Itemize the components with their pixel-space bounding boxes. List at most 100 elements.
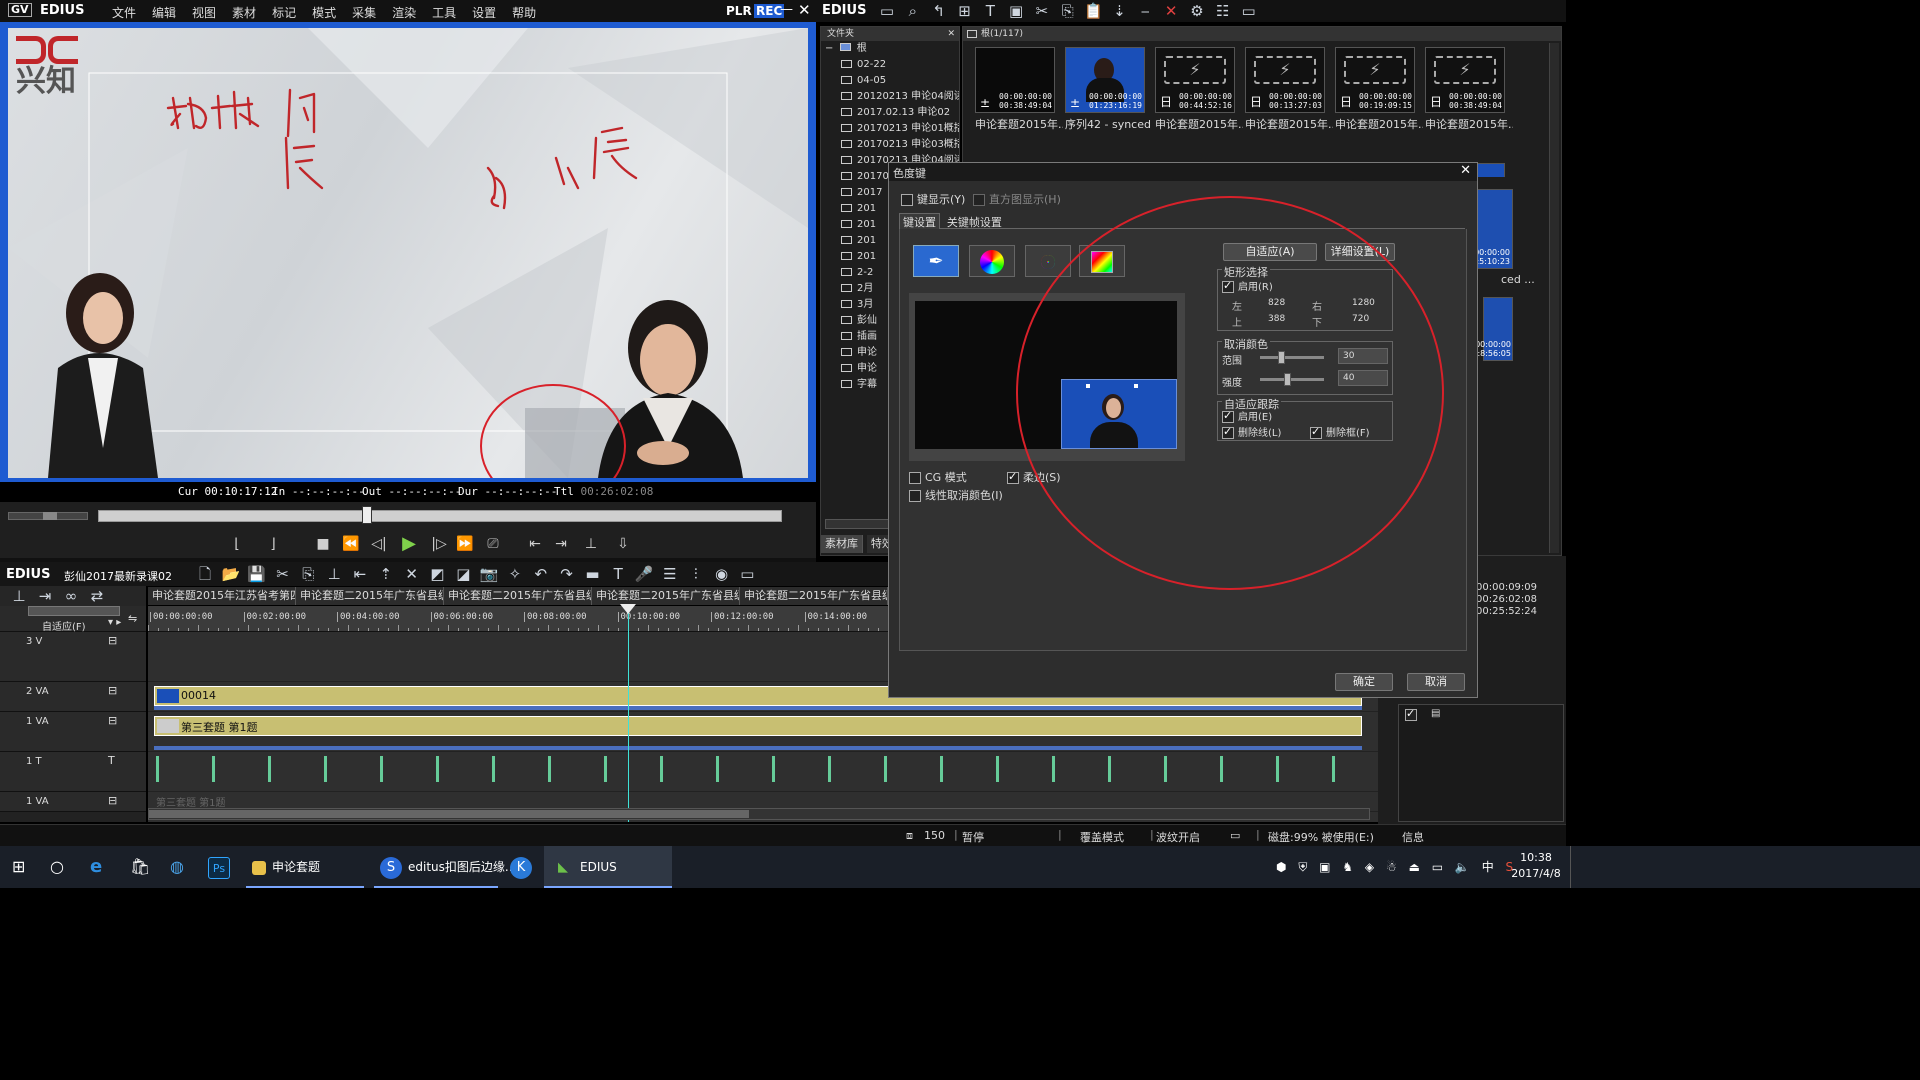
set-in-icon[interactable]: ⌊ <box>226 533 248 555</box>
status-overwrite[interactable]: 覆盖模式 <box>1080 829 1124 845</box>
window-icon[interactable]: ▭ <box>1238 1 1260 21</box>
properties-icon[interactable]: ⚙ <box>1186 1 1208 21</box>
folder-panel-close-icon[interactable]: ✕ <box>947 27 955 41</box>
strength-slider[interactable] <box>1260 373 1324 386</box>
sequence-tab[interactable]: 申论套题二2015年广东省县级... <box>592 587 740 605</box>
clip-thumbnail[interactable]: ⚡ 日 00:00:00:00 00:13:27:03 申论套题2015年... <box>1245 47 1333 132</box>
tray-icon-3[interactable]: ♞ <box>1342 860 1353 874</box>
play-icon[interactable]: ▶ <box>398 533 420 555</box>
render-icon[interactable]: ▬ <box>581 564 603 584</box>
adapt-label[interactable]: 自适应(F) <box>42 618 86 633</box>
title-clip-marker[interactable] <box>1108 756 1111 782</box>
title-icon[interactable]: T <box>607 564 629 584</box>
tree-folder-item[interactable]: 20170213 申论01概括 <box>821 121 959 137</box>
playhead-marker[interactable] <box>362 506 372 524</box>
copy-icon[interactable]: ⎘ <box>297 564 319 584</box>
folder-icon[interactable]: ▭ <box>876 1 898 21</box>
strength-slider-thumb[interactable] <box>1284 373 1291 386</box>
browser-icon[interactable]: ◍ <box>170 846 184 888</box>
info-checkbox[interactable] <box>1405 707 1417 721</box>
cortana-icon[interactable]: ○ <box>50 846 64 888</box>
rect-enable-checkbox[interactable] <box>1222 279 1234 293</box>
title-clip-marker[interactable] <box>1332 756 1335 782</box>
title-clip-marker[interactable] <box>1164 756 1167 782</box>
menu-item-9[interactable]: 设置 <box>472 4 496 21</box>
sync-icon[interactable]: ⇋ <box>128 612 137 625</box>
cg-mode-checkbox[interactable] <box>909 471 921 484</box>
track-enable-checkbox[interactable] <box>1222 409 1234 423</box>
add-clip-icon[interactable]: ▣ <box>1005 1 1027 21</box>
color-wheel-button[interactable] <box>969 245 1015 277</box>
menu-item-2[interactable]: 视图 <box>192 4 216 21</box>
title-clip-marker[interactable] <box>436 756 439 782</box>
color-icon[interactable]: ◉ <box>711 564 733 584</box>
remove-line-checkbox[interactable] <box>1222 425 1234 439</box>
title-clip-marker[interactable] <box>940 756 943 782</box>
add-to-timeline-icon[interactable]: ⇣ <box>1108 1 1130 21</box>
k-app-icon[interactable]: K <box>510 846 538 888</box>
search-icon[interactable]: ⌕ <box>902 1 924 21</box>
ruler-scroll-arrows[interactable]: ▾ ▸ <box>108 617 121 628</box>
store-icon[interactable]: 🛍 <box>130 846 150 888</box>
rect-top-value[interactable]: 388 <box>1268 314 1285 324</box>
rect-right-value[interactable]: 1280 <box>1352 298 1375 308</box>
taskbar-item-browser[interactable]: Seditus扣图后边缘... <box>374 846 516 888</box>
sequence-tab[interactable]: 申论套题2015年江苏省考第四... <box>148 587 296 605</box>
tab-bin[interactable]: 素材库 <box>821 535 863 553</box>
title-clip-marker[interactable] <box>1220 756 1223 782</box>
zoom-slider[interactable] <box>28 606 120 616</box>
minimize-icon[interactable]: — <box>780 2 793 17</box>
title-clip-marker[interactable] <box>212 756 215 782</box>
range-slider-thumb[interactable] <box>1278 351 1285 364</box>
rect-bottom-value[interactable]: 720 <box>1352 314 1369 324</box>
eyedropper-button[interactable]: ✒ <box>913 245 959 277</box>
tree-folder-item[interactable]: 20170213 申论03概括 <box>821 137 959 153</box>
title-icon[interactable]: T <box>979 1 1001 21</box>
open-project-icon[interactable]: 📂 <box>220 564 242 584</box>
clip-vscroll[interactable] <box>1549 43 1559 553</box>
menu-item-0[interactable]: 文件 <box>112 4 136 21</box>
cut-icon[interactable]: ✂ <box>271 564 293 584</box>
delete-icon[interactable]: ✕ <box>401 564 423 584</box>
sequence-tab[interactable]: 申论套题二2015年广东省县级... <box>740 587 888 605</box>
rect-left-value[interactable]: 828 <box>1268 298 1285 308</box>
timeline-clip[interactable]: 第三套题 第1题 <box>154 716 1362 736</box>
paste-icon[interactable]: 📋 <box>1083 1 1105 21</box>
menu-item-7[interactable]: 渲染 <box>392 4 416 21</box>
title-clip-marker[interactable] <box>828 756 831 782</box>
timeline-icon[interactable]: ⎯ <box>1134 1 1156 21</box>
title-clip-marker[interactable] <box>772 756 775 782</box>
clip-thumbnail[interactable]: ±00:00:00:00 00:38:49:04 申论套题2015年... <box>975 47 1063 132</box>
auto-button[interactable]: 自适应(A) <box>1223 243 1317 261</box>
insert-icon[interactable]: ⇤ <box>524 533 546 555</box>
track-tool-icon-2[interactable]: ⇥ <box>34 586 56 606</box>
tree-folder-item[interactable]: 02-22 <box>821 57 959 73</box>
tray-icon-5[interactable]: ☃ <box>1386 860 1397 874</box>
tree-folder-item[interactable]: 2017.02.13 申论02 <box>821 105 959 121</box>
plr-label[interactable]: PLR <box>726 4 752 18</box>
title-clip-marker[interactable] <box>1276 756 1279 782</box>
title-clip-marker[interactable] <box>380 756 383 782</box>
new-folder-icon[interactable]: ⊞ <box>953 1 975 21</box>
menu-item-4[interactable]: 标记 <box>272 4 296 21</box>
hue-button[interactable] <box>1025 245 1071 277</box>
clip-thumbnail[interactable]: ⚡ 日 00:00:00:00 00:44:52:16 申论套题2015年... <box>1155 47 1243 132</box>
title-clip-marker[interactable] <box>996 756 999 782</box>
step-back-icon[interactable]: ◁| <box>368 533 390 555</box>
tray-icon-4[interactable]: ◈ <box>1365 860 1374 874</box>
track-lane[interactable] <box>148 752 1378 792</box>
ok-button[interactable]: 确定 <box>1335 673 1393 691</box>
menu-item-10[interactable]: 帮助 <box>512 4 536 21</box>
mixer-icon[interactable]: ⫶ <box>685 564 707 584</box>
redo-icon[interactable]: ↷ <box>556 564 578 584</box>
menu-item-3[interactable]: 素材 <box>232 4 256 21</box>
sequence-tab[interactable]: 申论套题二2015年广东省县级... <box>296 587 444 605</box>
track-header[interactable]: 1 VA ⊟ <box>0 792 146 812</box>
tree-folder-item[interactable]: 20120213 申论04阅读 <box>821 89 959 105</box>
overwrite-icon[interactable]: ⇥ <box>550 533 572 555</box>
title-track-icon[interactable]: T <box>108 754 115 767</box>
detail-settings-button[interactable]: 详细设置(L) <box>1325 243 1395 261</box>
info-list-icon[interactable]: ▤ <box>1431 708 1440 719</box>
range-slider[interactable] <box>1260 351 1324 364</box>
title-clip-marker[interactable] <box>548 756 551 782</box>
